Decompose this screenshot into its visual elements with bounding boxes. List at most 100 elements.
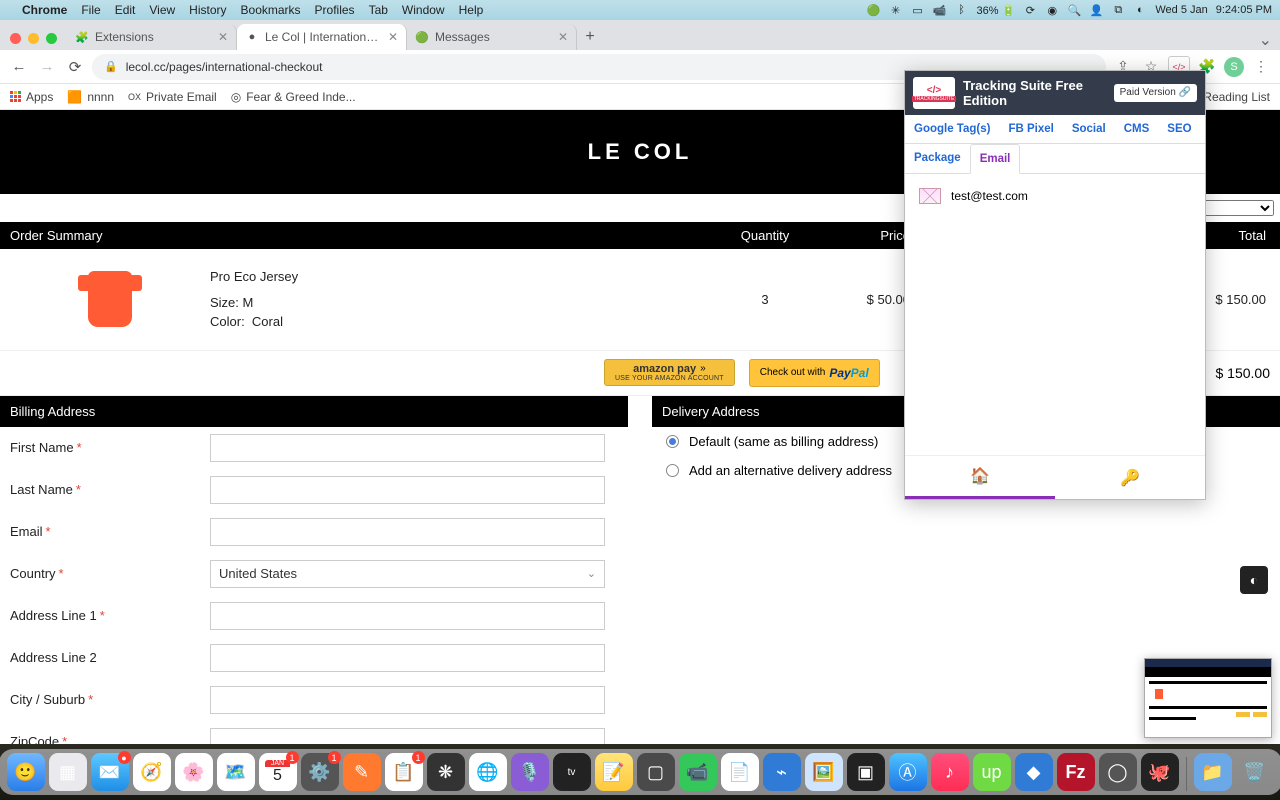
paypal-button[interactable]: Check out with PayPal <box>749 359 880 387</box>
ext-tab-email[interactable]: Email <box>970 144 1021 174</box>
dock-pages[interactable]: 📄 <box>721 753 759 791</box>
back-button[interactable]: ← <box>8 56 30 78</box>
last-name-input[interactable] <box>210 476 605 504</box>
dock-appstore[interactable]: Ⓐ <box>889 753 927 791</box>
chrome-menu-icon[interactable]: ⋮ <box>1250 56 1272 78</box>
dock-filezilla[interactable]: Fz <box>1057 753 1095 791</box>
tabs-overflow-icon[interactable]: ⌄ <box>1259 30 1280 50</box>
tab-close-icon[interactable]: ✕ <box>388 30 398 44</box>
menu-profiles[interactable]: Profiles <box>315 3 355 17</box>
tab-close-icon[interactable]: ✕ <box>558 30 568 44</box>
product-thumbnail <box>88 271 132 327</box>
dock-terminal[interactable]: ▣ <box>847 753 885 791</box>
dock-facetime[interactable]: 📹 <box>679 753 717 791</box>
currency-select[interactable] <box>1204 200 1274 216</box>
dock-app-grey[interactable]: ◯ <box>1099 753 1137 791</box>
key-icon: 🔑 <box>1120 468 1140 488</box>
dock-podcasts[interactable]: 🎙️ <box>511 753 549 791</box>
status-bluetooth-icon[interactable]: ᛒ <box>955 4 969 16</box>
ext-key-button[interactable]: 🔑 <box>1055 456 1205 499</box>
dock-mail[interactable]: ✉️● <box>91 753 129 791</box>
dock-safari[interactable]: 🧭 <box>133 753 171 791</box>
status-time[interactable]: 9:24:05 PM <box>1216 4 1272 16</box>
status-upwork-icon[interactable]: 🟢 <box>867 4 881 17</box>
amazon-pay-button[interactable]: amazon pay» USE YOUR AMAZON ACCOUNT <box>604 359 735 387</box>
tab-lecol[interactable]: ● Le Col | International Checkout ✕ <box>237 24 407 50</box>
window-close-icon[interactable] <box>10 33 21 44</box>
forward-button[interactable]: → <box>36 56 58 78</box>
zipcode-input[interactable] <box>210 728 605 745</box>
dock-notes[interactable]: 📝 <box>595 753 633 791</box>
tab-extensions[interactable]: 🧩 Extensions ✕ <box>67 24 237 50</box>
ext-tab-google[interactable]: Google Tag(s) <box>905 115 999 143</box>
reload-button[interactable]: ⟳ <box>64 56 86 78</box>
dock-app-blue[interactable]: ◆ <box>1015 753 1053 791</box>
paid-version-link[interactable]: Paid Version 🔗 <box>1114 84 1197 102</box>
ext-home-button[interactable]: 🏠 <box>905 456 1055 499</box>
dock-trash[interactable]: 🗑️ <box>1236 753 1274 791</box>
email-input[interactable] <box>210 518 605 546</box>
status-search-icon[interactable]: 🔍 <box>1067 4 1081 17</box>
status-date[interactable]: Wed 5 Jan <box>1155 4 1207 16</box>
dock-github[interactable]: 🐙 <box>1141 753 1179 791</box>
menu-tab[interactable]: Tab <box>369 3 388 17</box>
menu-history[interactable]: History <box>189 3 226 17</box>
bookmark-item[interactable]: ◎Fear & Greed Inde... <box>231 90 356 104</box>
dock-appletv[interactable]: tv <box>553 753 591 791</box>
tab-close-icon[interactable]: ✕ <box>218 30 228 44</box>
dock-vscode[interactable]: ⌁ <box>763 753 801 791</box>
dock-postman[interactable]: ✎ <box>343 753 381 791</box>
status-gear-icon[interactable]: ✳︎ <box>889 4 903 17</box>
dock-calendar[interactable]: JAN51 <box>259 753 297 791</box>
status-siri-icon[interactable]: ◐ <box>1133 4 1147 16</box>
dock-chrome[interactable]: 🌐 <box>469 753 507 791</box>
ext-tab-package[interactable]: Package <box>905 144 970 173</box>
window-zoom-icon[interactable] <box>46 33 57 44</box>
menu-window[interactable]: Window <box>402 3 445 17</box>
country-select[interactable]: United States⌄ <box>210 560 605 588</box>
first-name-input[interactable] <box>210 434 605 462</box>
status-battery[interactable]: 36% 🔋 <box>977 4 1016 17</box>
dock-launchpad[interactable]: ▦ <box>49 753 87 791</box>
dock-finder[interactable]: 🙂 <box>7 753 45 791</box>
dock-app-dark[interactable]: ❋ <box>427 753 465 791</box>
status-user-icon[interactable]: 👤 <box>1089 4 1103 17</box>
product-size: M <box>243 295 254 310</box>
dock-maps[interactable]: 🗺️ <box>217 753 255 791</box>
menu-help[interactable]: Help <box>459 3 484 17</box>
profile-avatar[interactable]: S <box>1224 57 1244 77</box>
new-tab-button[interactable]: + <box>577 24 603 50</box>
menu-file[interactable]: File <box>81 3 100 17</box>
menu-view[interactable]: View <box>149 3 175 17</box>
dock-downloads[interactable]: 📁 <box>1194 753 1232 791</box>
status-control-center-icon[interactable]: ⧉ <box>1111 4 1125 17</box>
dock-upwork[interactable]: up <box>973 753 1011 791</box>
menu-edit[interactable]: Edit <box>115 3 136 17</box>
menu-bookmarks[interactable]: Bookmarks <box>241 3 301 17</box>
tab-messages[interactable]: 🟢 Messages ✕ <box>407 24 577 50</box>
window-minimize-icon[interactable] <box>28 33 39 44</box>
ext-tab-seo[interactable]: SEO <box>1158 115 1200 143</box>
ext-tab-social[interactable]: Social <box>1063 115 1115 143</box>
bookmark-item[interactable]: 🟧nnnn <box>67 90 114 104</box>
dock-sublime[interactable]: ▢ <box>637 753 675 791</box>
address-line-2-input[interactable] <box>210 644 605 672</box>
chat-widget-button[interactable]: ◐ <box>1240 566 1268 594</box>
status-eye-icon[interactable]: ◉ <box>1045 4 1059 17</box>
dock-reminders[interactable]: 📋1 <box>385 753 423 791</box>
status-sync-icon[interactable]: ⟳ <box>1023 4 1037 17</box>
bookmark-apps[interactable]: Apps <box>10 90 53 104</box>
ext-tab-fbpixel[interactable]: FB Pixel <box>999 115 1062 143</box>
status-camera-icon[interactable]: 📹 <box>933 4 947 17</box>
screen-preview-thumbnail[interactable] <box>1144 658 1272 738</box>
ext-tab-cms[interactable]: CMS <box>1115 115 1159 143</box>
dock-music[interactable]: ♪ <box>931 753 969 791</box>
dock-settings[interactable]: ⚙️1 <box>301 753 339 791</box>
app-name[interactable]: Chrome <box>22 3 67 17</box>
status-display-icon[interactable]: ▭ <box>911 4 925 17</box>
dock-screenshot[interactable]: 🖼️ <box>805 753 843 791</box>
dock-photos[interactable]: 🌸 <box>175 753 213 791</box>
city-input[interactable] <box>210 686 605 714</box>
address-line-1-input[interactable] <box>210 602 605 630</box>
bookmark-item[interactable]: OXPrivate Email <box>128 90 217 104</box>
